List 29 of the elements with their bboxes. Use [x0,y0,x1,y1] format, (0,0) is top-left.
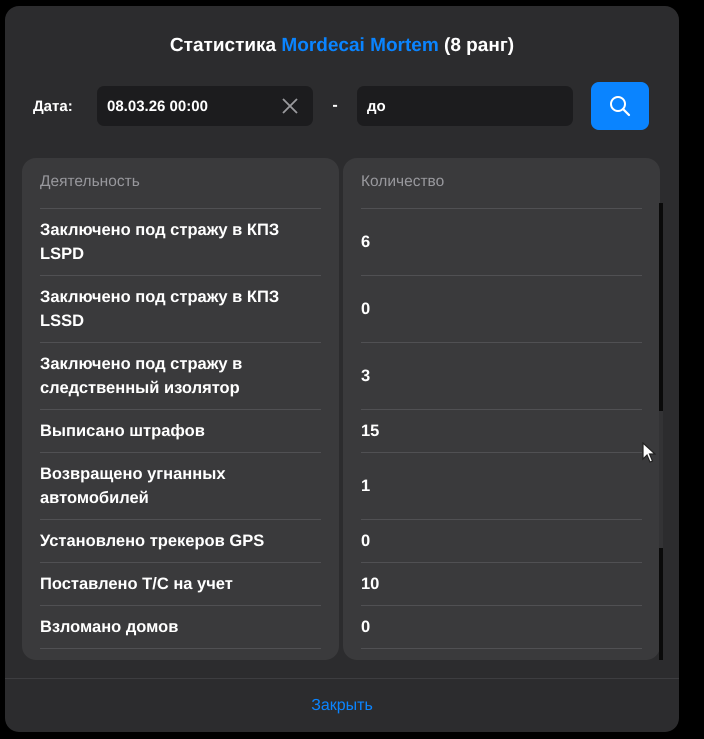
clear-icon[interactable] [281,97,299,115]
close-button[interactable]: Закрыть [303,692,381,718]
table-cell-text: Заключено под стражу в КПЗ LSSD [40,287,280,332]
table-cell-text: Заключено под стражу в следственный изолятор [40,354,244,399]
table-cell-text: 0 [361,531,370,552]
column-header: Количество [361,158,642,209]
table-cell-text: Взломано домов [40,617,178,638]
cursor-icon [642,442,656,464]
table-cell-text: 6 [361,232,370,253]
column-header: Деятельность [40,158,321,209]
search-icon [609,95,631,117]
date-label: Дата: [33,98,74,114]
table-cell-text: 1 [361,476,370,497]
table-cell-text: Заключено под стражу в КПЗ LSPD [40,220,280,265]
table-cell-text: Выписано штрафов [40,421,205,442]
search-button[interactable] [591,82,649,130]
dialog-title: Статистика Mordecai Mortem (8 ранг) [168,34,516,58]
date-from-field[interactable]: 08.03.26 00:00 [97,86,313,126]
scrollbar[interactable] [659,203,663,660]
date-to-field[interactable]: до [357,86,573,126]
table-cell-text: 0 [361,617,370,638]
table-cell-text: Поставлено Т/С на учет [40,574,233,595]
table-cell-text: 3 [361,366,370,387]
table-cell-text: 15 [361,421,380,442]
table-cell-text: 10 [361,574,380,595]
table-cell-text: 0 [361,299,370,320]
table-cell-text: Возвращено угнанных автомобилей [40,464,226,509]
table-cell-text: Установлено трекеров GPS [40,531,264,552]
range-separator: - [331,97,339,115]
